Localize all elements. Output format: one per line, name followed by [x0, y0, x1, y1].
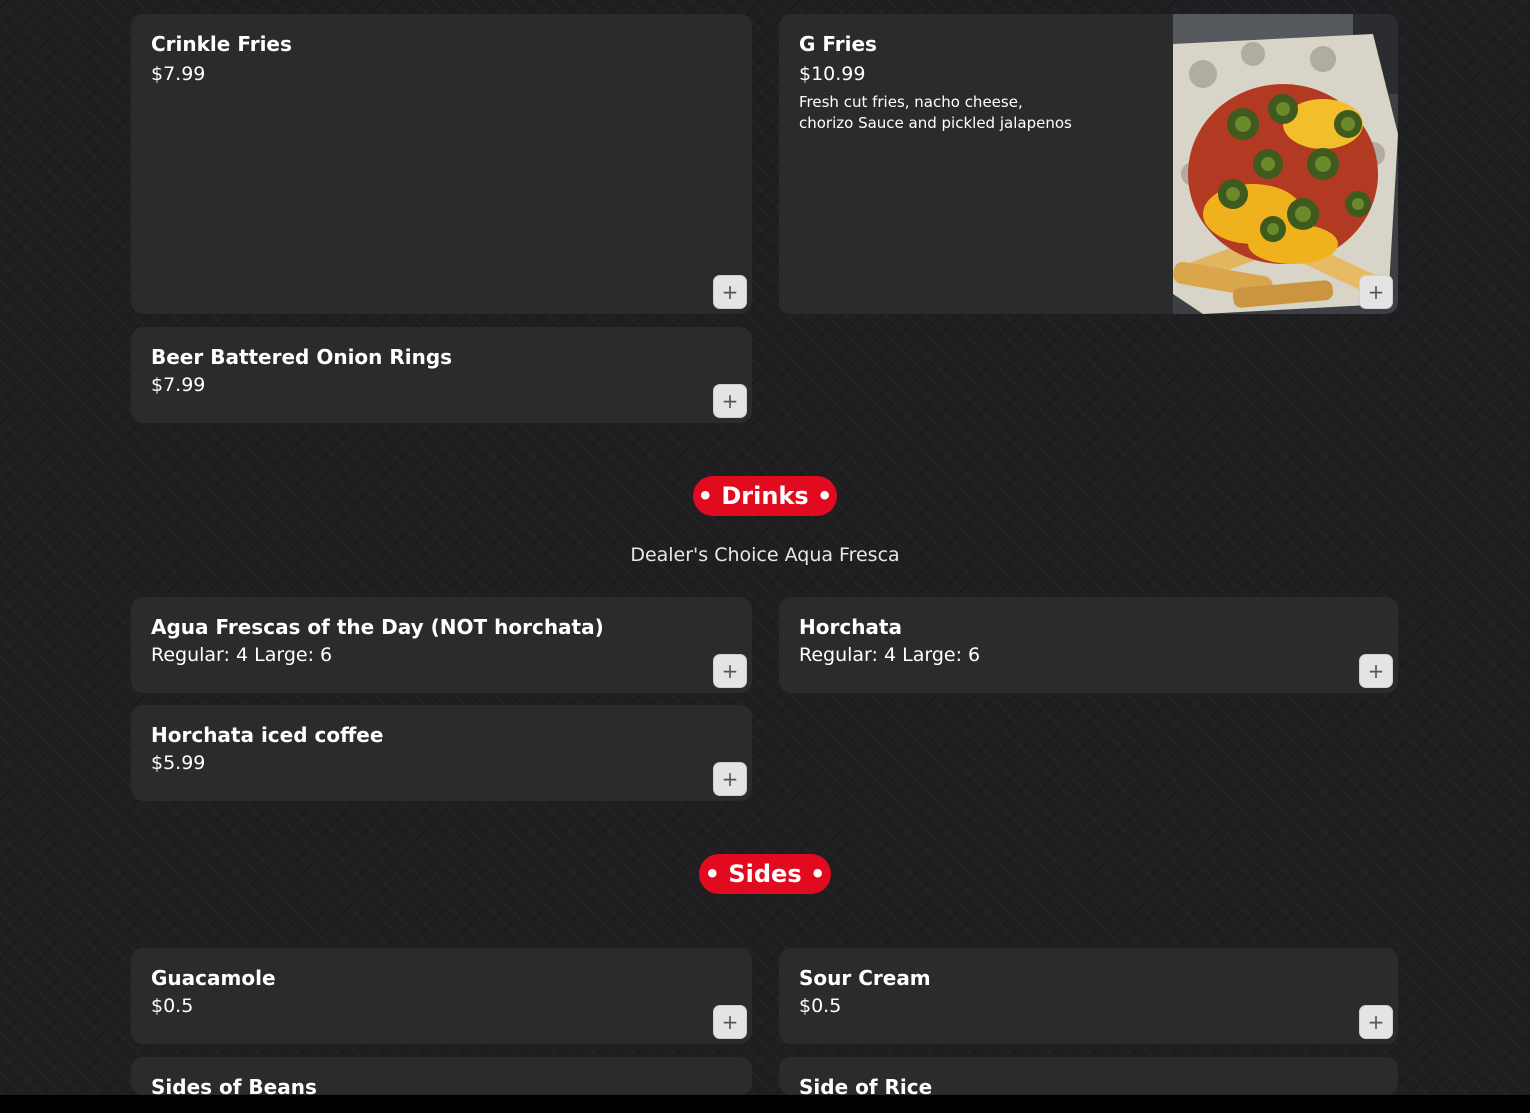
fries-photo-illustration [1173, 14, 1398, 314]
menu-item-card[interactable]: Agua Frescas of the Day (NOT horchata) R… [131, 597, 752, 693]
menu-item-title: Sides of Beans [151, 1075, 317, 1095]
add-to-cart-button[interactable]: + [1359, 654, 1393, 688]
menu-item-description-line: chorizo Sauce and pickled jalapenos [799, 114, 1072, 132]
menu-item-card[interactable]: Guacamole $0.5 + [131, 948, 752, 1044]
bottom-bar [0, 1095, 1530, 1113]
menu-item-price: $0.5 [151, 995, 194, 1017]
add-to-cart-button[interactable]: + [713, 762, 747, 796]
add-to-cart-button[interactable]: + [713, 1005, 747, 1039]
menu-item-price: $0.5 [799, 995, 842, 1017]
add-to-cart-button[interactable]: + [1359, 275, 1393, 309]
menu-item-title: Sour Cream [799, 966, 931, 990]
add-to-cart-button[interactable]: + [713, 275, 747, 309]
menu-item-title: Horchata iced coffee [151, 723, 384, 747]
menu-item-title: Agua Frescas of the Day (NOT horchata) [151, 615, 604, 639]
menu-item-title: Guacamole [151, 966, 276, 990]
section-heading-sides: • Sides • [699, 854, 831, 894]
menu-item-title: Beer Battered Onion Rings [151, 345, 453, 369]
menu-item-card[interactable]: Horchata iced coffee $5.99 + [131, 705, 752, 801]
menu-item-description-line: Fresh cut fries, nacho cheese, [799, 93, 1023, 111]
menu-item-card[interactable]: Horchata Regular: 4 Large: 6 + [779, 597, 1398, 693]
menu-item-card[interactable]: Sides of Beans [131, 1057, 752, 1095]
menu-item-description: Fresh cut fries, nacho cheese, chorizo S… [799, 92, 1099, 134]
menu-item-price: $7.99 [151, 374, 206, 396]
add-to-cart-button[interactable]: + [713, 384, 747, 418]
menu-item-price: Regular: 4 Large: 6 [151, 644, 333, 666]
add-to-cart-button[interactable]: + [713, 654, 747, 688]
menu-item-title: Crinkle Fries [151, 32, 292, 56]
menu-item-photo [1173, 14, 1398, 314]
add-to-cart-button[interactable]: + [1359, 1005, 1393, 1039]
menu-item-card[interactable]: Side of Rice [779, 1057, 1398, 1095]
menu-item-card[interactable]: Beer Battered Onion Rings $7.99 + [131, 327, 752, 423]
menu-item-price: $5.99 [151, 752, 206, 774]
menu-item-title: Side of Rice [799, 1075, 933, 1095]
menu-item-title: Horchata [799, 615, 902, 639]
section-heading-drinks: • Drinks • [693, 476, 837, 516]
section-subtitle: Dealer's Choice Aqua Fresca [630, 544, 900, 566]
menu-item-card[interactable]: Sour Cream $0.5 + [779, 948, 1398, 1044]
menu-item-price: $7.99 [151, 63, 206, 85]
menu-item-card[interactable]: G Fries $10.99 Fresh cut fries, nacho ch… [779, 14, 1398, 314]
menu-item-card[interactable]: Crinkle Fries $7.99 + [131, 14, 752, 314]
menu-item-price: Regular: 4 Large: 6 [799, 644, 981, 666]
